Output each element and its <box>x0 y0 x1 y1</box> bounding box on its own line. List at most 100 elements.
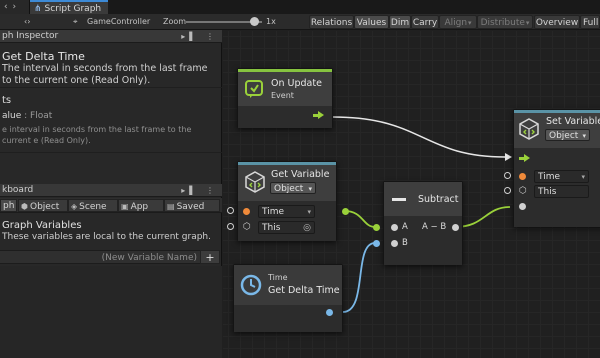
cube-icon: ⬢ <box>21 202 28 211</box>
flow-output-arrow-icon[interactable] <box>318 111 324 119</box>
scene-icon: ◈ <box>71 202 78 211</box>
chevron-down-icon: ▾ <box>582 132 586 140</box>
input-a-inner-port[interactable] <box>391 224 398 231</box>
tab-saved[interactable]: ▤ Saved <box>164 199 220 212</box>
zoom-slider-handle[interactable] <box>249 17 259 26</box>
distribute-label: Distribute <box>480 18 525 28</box>
input-a-port[interactable] <box>373 224 380 231</box>
tab-previous-label: ‹ › <box>4 2 18 12</box>
target-input-hollow-port[interactable] <box>227 223 234 230</box>
node-subtract[interactable]: Subtract A A − B B <box>373 181 463 265</box>
overview-button[interactable]: Overview <box>534 15 580 29</box>
delta-time-output-port[interactable] <box>326 309 333 316</box>
delta-time-connection[interactable] <box>342 242 376 313</box>
distribute-dropdown[interactable]: Distribute▾ <box>477 15 533 29</box>
result-output-port[interactable] <box>452 224 459 231</box>
graph-canvas[interactable]: On Update Event Get Variable Object ▾ Tim… <box>223 31 600 358</box>
variable-name-field[interactable]: Time ▾ <box>534 170 589 183</box>
values-button[interactable]: Values <box>354 15 389 29</box>
name-input-port[interactable] <box>243 208 250 215</box>
chevron-down-icon: ▾ <box>581 173 585 181</box>
node-title: Get Variable <box>271 169 330 180</box>
input-a-label: A <box>402 222 408 232</box>
inspector-value-row: alue : Float <box>2 111 52 121</box>
input-b-label: B <box>402 238 408 248</box>
inspector-section-heading: ts <box>2 95 12 106</box>
graph-toolbar: ‹› ⌖ GameController Zoom 1x Relations Va… <box>0 14 600 30</box>
subtract-result-connection[interactable] <box>454 206 511 228</box>
node-get-delta-time[interactable]: Time Get Delta Time <box>233 264 343 332</box>
variable-kind-dropdown[interactable]: Object ▾ <box>545 129 590 141</box>
name-input-hollow-port[interactable] <box>504 172 511 179</box>
app-icon: ▣ <box>121 202 129 211</box>
add-variable-button[interactable]: + <box>200 250 220 264</box>
breadcrumb[interactable]: GameController <box>87 15 150 29</box>
node-on-update[interactable]: On Update Event <box>237 68 333 128</box>
variable-name-value: Time <box>538 172 561 182</box>
input-b-port[interactable] <box>373 240 380 247</box>
target-input-hollow-port[interactable] <box>504 187 511 194</box>
inspector-node-title: Get Delta Time <box>2 50 85 63</box>
graph-inspector-title: ph Inspector <box>2 31 59 41</box>
variable-kind-dropdown[interactable]: Object ▾ <box>270 182 316 194</box>
tab-scene-label: Scene <box>79 202 107 212</box>
align-label: Align <box>444 18 468 28</box>
target-icon[interactable]: ◎ <box>303 222 311 234</box>
blackboard-section-description: These variables are local to the current… <box>2 232 211 242</box>
input-b-inner-port[interactable] <box>391 240 398 247</box>
value-input-port[interactable] <box>519 203 526 210</box>
window-tab-bar: ‹ › ⋔ Script Graph <box>0 0 600 14</box>
zoom-value: 1x <box>266 17 276 26</box>
inspector-node-description: The interval in seconds from the last fr… <box>2 63 208 86</box>
variable-target-field[interactable]: This <box>534 185 589 198</box>
dim-button[interactable]: Dim <box>389 15 411 29</box>
name-input-hollow-port[interactable] <box>227 207 234 214</box>
tab-app[interactable]: ▣ App <box>118 199 164 212</box>
blackboard-title: kboard <box>2 185 34 195</box>
relations-button[interactable]: Relations <box>309 15 354 29</box>
name-input-port[interactable] <box>519 173 526 180</box>
tab-graph[interactable]: ph <box>0 199 17 212</box>
flow-connection[interactable] <box>332 116 506 158</box>
game-controller-icon: ⌖ <box>73 17 78 26</box>
variable-value-connection[interactable] <box>344 210 376 228</box>
node-get-variable[interactable]: Get Variable Object ▾ Time ▾ ⬡ This ◎ <box>237 161 349 241</box>
cube-icon: ⬡ <box>519 186 527 196</box>
divider <box>0 152 222 153</box>
tab-object[interactable]: ⬢ Object <box>18 199 68 212</box>
node-category: Time <box>268 273 288 282</box>
node-title: Set Variable <box>546 116 600 127</box>
panel-menu-icon[interactable]: ▸▌ ⋮ <box>181 30 218 43</box>
variable-target-value: This <box>262 223 281 233</box>
panel-menu-icon[interactable]: ▸▌ ⋮ <box>181 184 218 197</box>
carry-button[interactable]: Carry <box>411 15 439 29</box>
blackboard-header: kboard ▸▌ ⋮ <box>0 184 222 197</box>
left-panel: ph Inspector ▸▌ ⋮ Get Delta Time The int… <box>0 30 222 358</box>
node-title: On Update <box>271 78 322 89</box>
flow-connection-arrowhead <box>505 153 512 161</box>
variable-target-field[interactable]: This ◎ <box>258 221 315 234</box>
variable-name-field[interactable]: Time ▾ <box>258 205 315 218</box>
align-dropdown[interactable]: Align▾ <box>439 15 477 29</box>
node-subtitle: Event <box>271 91 294 100</box>
full-screen-button[interactable]: Full <box>580 15 600 29</box>
tab-previous[interactable]: ‹ › <box>0 0 30 14</box>
blackboard-tabs: ph ⬢ Object ◈ Scene ▣ App ▤ Saved <box>0 198 222 213</box>
chevron-down-icon: ▾ <box>307 208 311 216</box>
node-body <box>234 305 342 332</box>
tab-scene[interactable]: ◈ Scene <box>68 199 118 212</box>
inspector-value-type: : Float <box>24 111 53 121</box>
saved-icon: ▤ <box>167 202 175 211</box>
navigation-arrows-icon[interactable]: ‹› <box>24 15 38 29</box>
node-set-variable[interactable]: Set Variable Object ▾ Time ▾ ⬡ This <box>513 109 600 227</box>
subtract-icon <box>392 198 406 201</box>
variable-cube-icon <box>245 171 265 193</box>
flow-input-arrow-icon[interactable] <box>524 154 530 162</box>
node-title: Subtract <box>418 194 459 205</box>
value-output-port[interactable] <box>342 208 349 215</box>
variable-name-value: Time <box>262 207 285 217</box>
variable-cube-icon <box>519 118 539 140</box>
new-variable-name-input[interactable]: (New Variable Name) <box>0 250 200 264</box>
tab-object-label: Object <box>29 202 60 212</box>
tab-script-graph[interactable]: ⋔ Script Graph <box>30 0 108 14</box>
